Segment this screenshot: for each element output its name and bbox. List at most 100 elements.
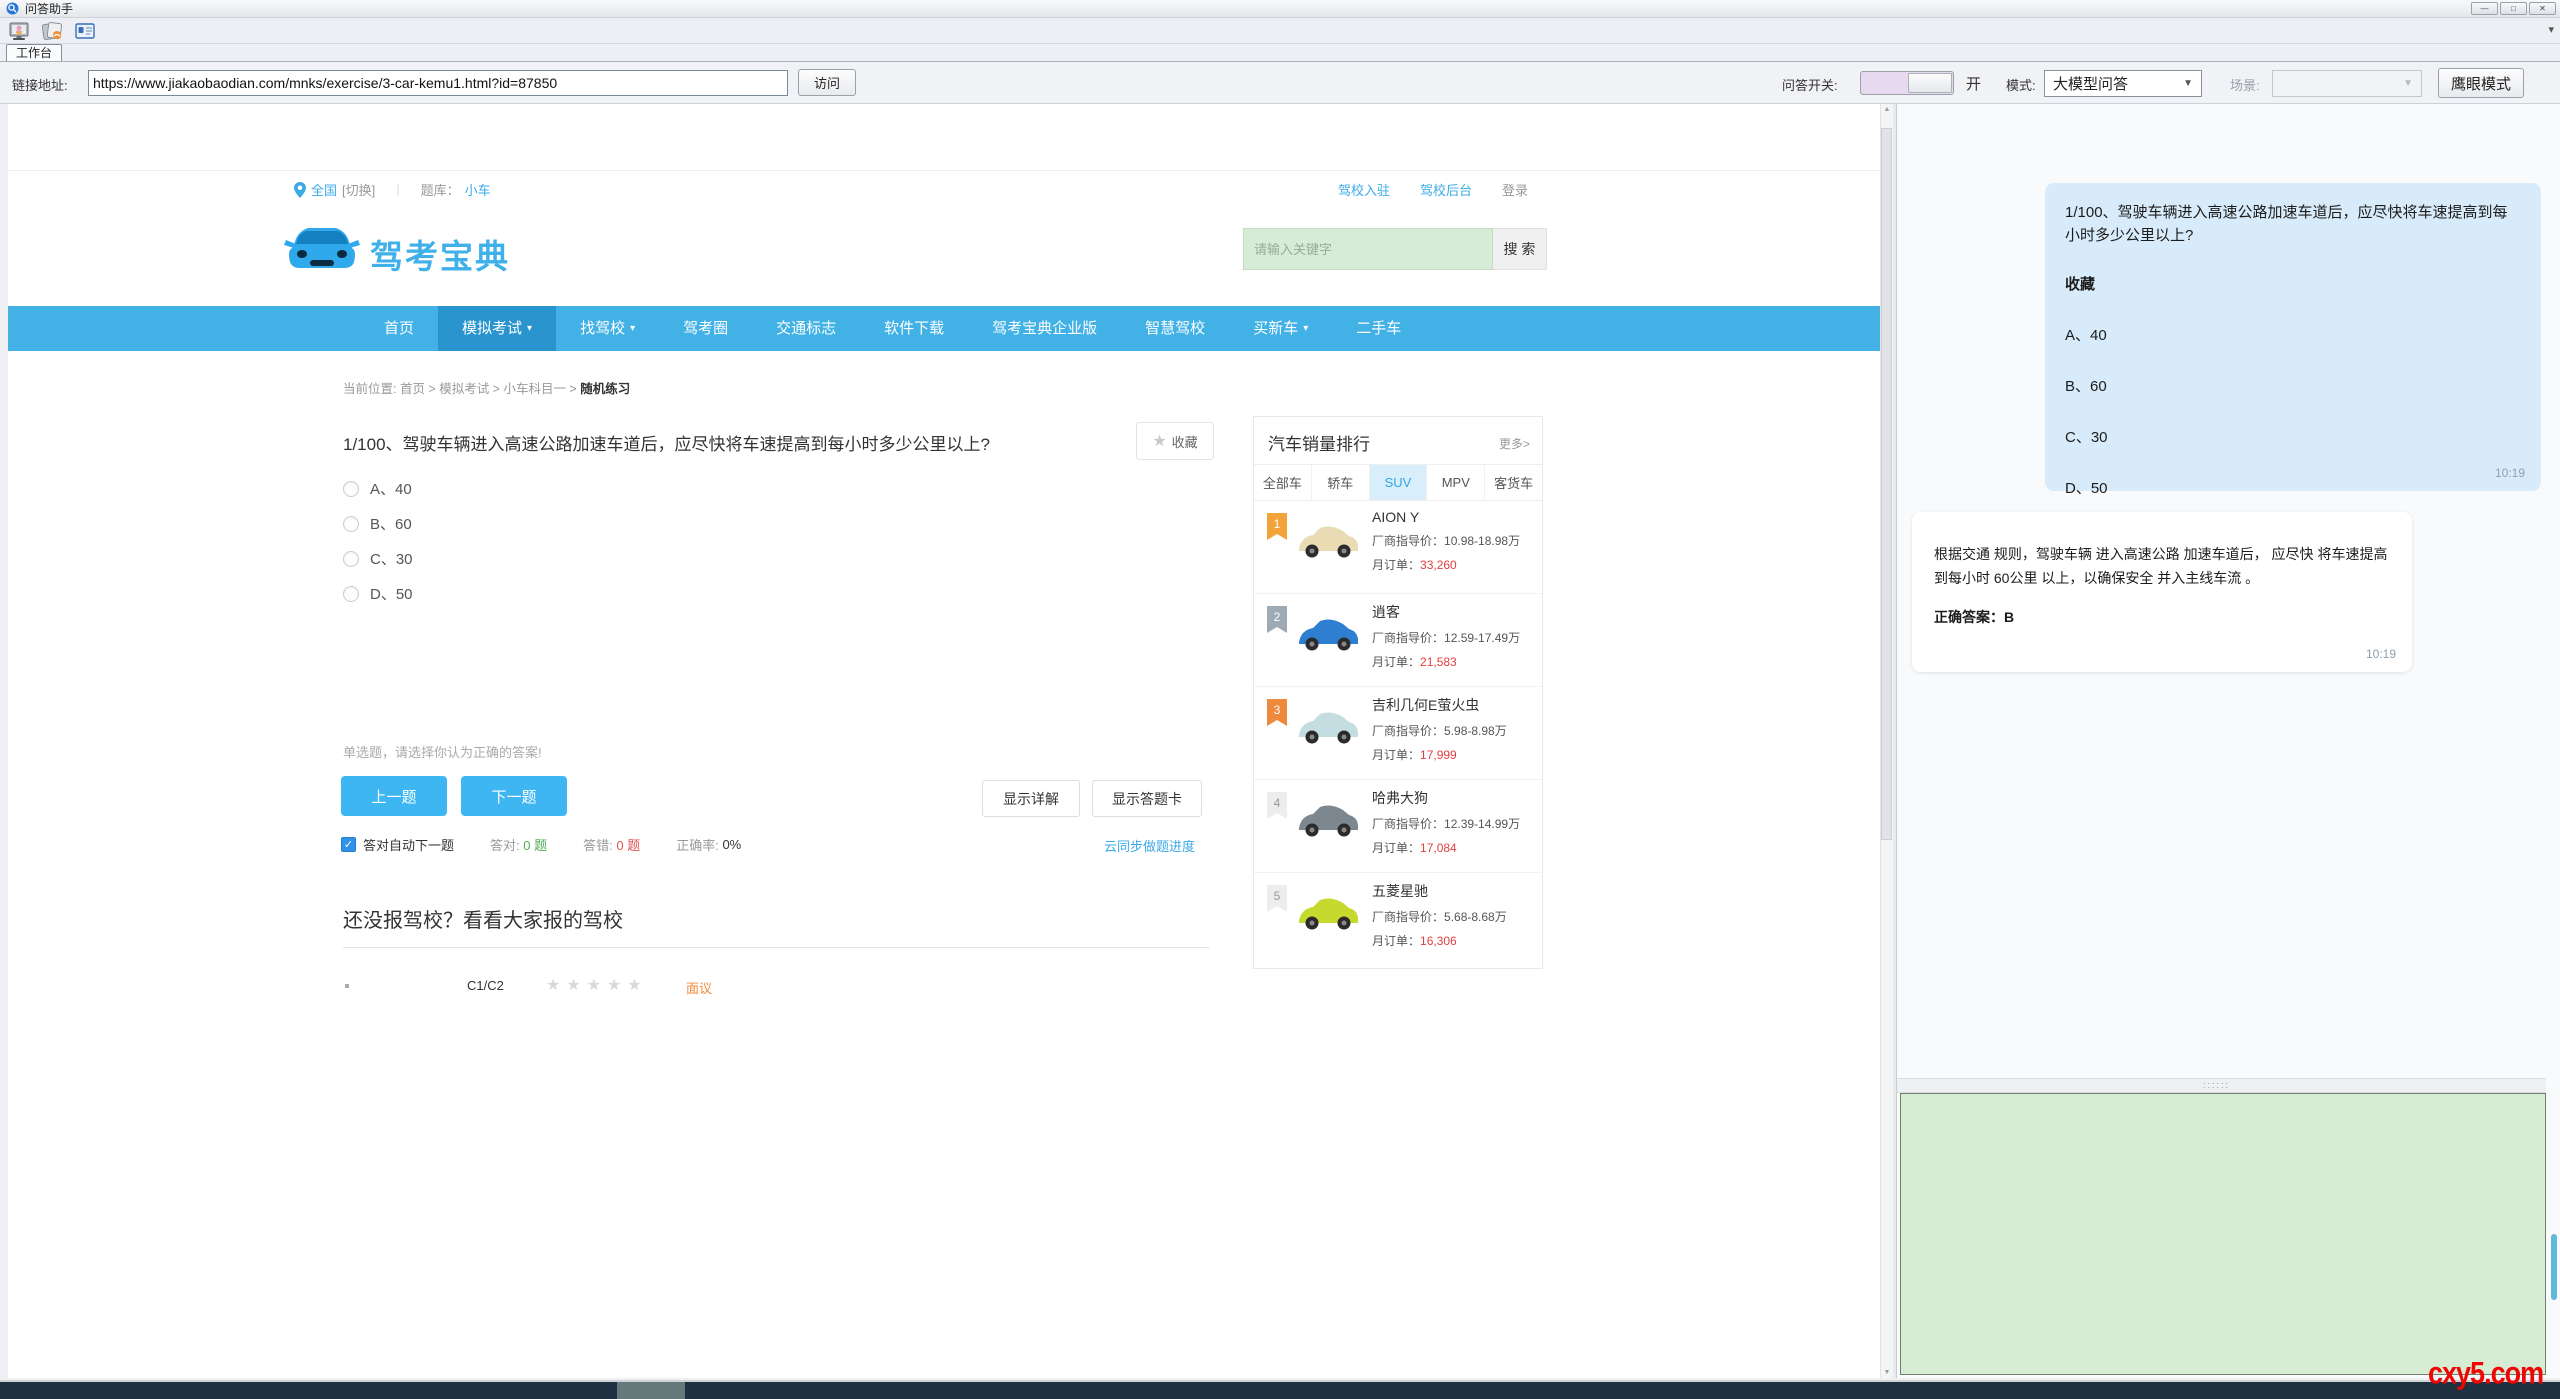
search-input[interactable] <box>1243 228 1493 270</box>
qa-toggle-knob[interactable] <box>1908 73 1952 93</box>
option-b[interactable]: B、60 <box>343 513 412 534</box>
sales-item[interactable]: 5 五菱星驰 厂商指导价：5.68-8.68万 月订单：16,306 <box>1254 873 1542 966</box>
site-logo-text[interactable]: 驾考宝典 <box>370 230 510 278</box>
photo-cards-icon[interactable] <box>38 19 66 43</box>
cloud-sync-link[interactable]: 云同步做题进度 <box>1104 836 1195 855</box>
chevron-down-icon: ▾ <box>527 306 532 351</box>
car-image <box>1293 796 1363 844</box>
nav-buy-car[interactable]: 买新车▾ <box>1229 306 1332 351</box>
nav-circle[interactable]: 驾考圈 <box>659 306 752 351</box>
scene-label: 场景: <box>2230 75 2260 94</box>
chat-panel: 1/100、驾驶车辆进入高速公路加速车道后，应尽快将车速提高到每小时多少公里以上… <box>1897 104 2560 1378</box>
chat-question-text: 1/100、驾驶车辆进入高速公路加速车道后，应尽快将车速提高到每小时多少公里以上… <box>2065 201 2521 247</box>
minimize-button[interactable]: — <box>2471 2 2498 15</box>
sales-more-link[interactable]: 更多> <box>1499 435 1530 452</box>
bank-link[interactable]: 小车 <box>465 180 491 199</box>
chevron-down-icon: ▼ <box>2183 78 2193 89</box>
sales-tab-mpv[interactable]: MPV <box>1427 465 1485 500</box>
browser-scroll-thumb[interactable] <box>1881 128 1892 840</box>
breadcrumb: 当前位置: 首页 > 模拟考试 > 小车科目一 > 随机练习 <box>343 378 630 397</box>
robot-workstation-icon[interactable] <box>5 19 33 43</box>
favorite-button[interactable]: ★ 收藏 <box>1136 422 1214 460</box>
price-label: 厂商指导价： <box>1372 631 1444 645</box>
sales-item[interactable]: 3 吉利几何E萤火虫 厂商指导价：5.98-8.98万 月订单：17,999 <box>1254 687 1542 780</box>
right-label: 答对: <box>490 835 520 854</box>
close-button[interactable]: ✕ <box>2529 2 2556 15</box>
nav-home[interactable]: 首页 <box>360 306 438 351</box>
car-name[interactable]: 哈弗大狗 <box>1372 788 1520 808</box>
visit-button[interactable]: 访问 <box>798 69 856 96</box>
maximize-button[interactable]: □ <box>2500 2 2527 15</box>
sales-item[interactable]: 4 哈弗大狗 厂商指导价：12.39-14.99万 月订单：17,084 <box>1254 780 1542 873</box>
qa-toggle[interactable] <box>1860 71 1954 95</box>
sales-tab-sedan[interactable]: 轿车 <box>1312 465 1370 500</box>
radio-icon[interactable] <box>343 481 359 497</box>
login-link[interactable]: 登录 <box>1502 180 1528 199</box>
car-name[interactable]: 逍客 <box>1372 602 1520 622</box>
car-name[interactable]: 吉利几何E萤火虫 <box>1372 695 1507 715</box>
chat-option: D、50 <box>2065 477 2521 500</box>
scene-select[interactable]: ▼ <box>2272 70 2422 97</box>
radio-icon[interactable] <box>343 551 359 567</box>
sales-tab-all[interactable]: 全部车 <box>1254 465 1312 500</box>
chat-input-splitter[interactable]: :::::: <box>1897 1078 2546 1093</box>
prev-question-button[interactable]: 上一题 <box>341 776 447 816</box>
chat-scroll-thumb[interactable] <box>2551 1234 2557 1300</box>
school-join-link[interactable]: 驾校入驻 <box>1338 180 1390 199</box>
radio-icon[interactable] <box>343 516 359 532</box>
titlebar: 问答助手 — □ ✕ <box>0 0 2560 18</box>
school-row[interactable]: C1/C2 ★★★★★ 面议 <box>343 972 1210 1002</box>
school-admin-link[interactable]: 驾校后台 <box>1420 180 1472 199</box>
option-c[interactable]: C、30 <box>343 548 413 569</box>
scroll-down-icon[interactable]: ▼ <box>1881 1369 1893 1376</box>
site-utility-bar: 全国 [切换] | 题库： 小车 <box>294 180 491 199</box>
nav-smart-school[interactable]: 智慧驾校 <box>1121 306 1229 351</box>
nav-download[interactable]: 软件下载 <box>860 306 968 351</box>
url-input[interactable] <box>88 70 788 96</box>
car-name[interactable]: AION Y <box>1372 509 1520 525</box>
sales-item[interactable]: 2 逍客 厂商指导价：12.59-17.49万 月订单：21,583 <box>1254 594 1542 687</box>
eagle-mode-button[interactable]: 鹰眼模式 <box>2438 68 2524 98</box>
rate-value: 0% <box>722 837 741 852</box>
star-icon: ★ <box>1152 431 1166 451</box>
watermark: cxy5.com <box>2428 1356 2543 1392</box>
school-section-heading: 还没报驾校？看看大家报的驾校 <box>343 904 623 933</box>
chat-input-area[interactable] <box>1900 1093 2546 1375</box>
auto-next-checkbox[interactable]: ✓ <box>341 837 356 852</box>
scroll-up-icon[interactable]: ▲ <box>1881 106 1893 113</box>
nav-mock-exam[interactable]: 模拟考试▾ <box>438 306 556 351</box>
car-price: 5.98-8.98万 <box>1444 724 1507 738</box>
window-controls: — □ ✕ <box>2471 2 2556 15</box>
sales-tab-suv[interactable]: SUV <box>1370 465 1428 500</box>
option-d[interactable]: D、50 <box>343 583 413 604</box>
car-name[interactable]: 五菱星驰 <box>1372 881 1507 901</box>
sales-item[interactable]: 1 AION Y 厂商指导价：10.98-18.98万 月订单：33,260 <box>1254 501 1542 594</box>
show-answer-card-button[interactable]: 显示答题卡 <box>1092 780 1202 817</box>
option-a[interactable]: A、40 <box>343 478 412 499</box>
browser-view: 全国 [切换] | 题库： 小车 驾校入驻 驾校后台 登录 驾考宝典 搜 索 首… <box>8 104 1880 1378</box>
search-button[interactable]: 搜 索 <box>1493 228 1547 270</box>
sales-title: 汽车销量排行 <box>1268 430 1370 455</box>
id-card-icon[interactable] <box>71 19 99 43</box>
toolbar-overflow-caret[interactable]: ▾ <box>2548 23 2554 36</box>
app-window: 问答助手 — □ ✕ <box>0 0 2560 1399</box>
nav-used-car[interactable]: 二手车 <box>1332 306 1425 351</box>
bottom-bar <box>0 1380 2560 1399</box>
next-question-button[interactable]: 下一题 <box>461 776 567 816</box>
show-explanation-button[interactable]: 显示详解 <box>982 780 1080 817</box>
nav-enterprise[interactable]: 驾考宝典企业版 <box>968 306 1121 351</box>
nav-traffic-signs[interactable]: 交通标志 <box>752 306 860 351</box>
auto-next-label: 答对自动下一题 <box>363 835 454 854</box>
site-logo-icon[interactable] <box>284 218 360 276</box>
mode-select-value: 大模型问答 <box>2053 73 2128 94</box>
tab-workbench[interactable]: 工作台 <box>6 44 62 61</box>
drag-handle-icon[interactable]: :::::: <box>2203 1080 2230 1090</box>
location-switch-link[interactable]: [切换] <box>342 180 375 199</box>
mode-select[interactable]: 大模型问答 ▼ <box>2044 70 2202 97</box>
sales-tab-truck[interactable]: 客货车 <box>1485 465 1542 500</box>
radio-icon[interactable] <box>343 586 359 602</box>
nav-find-school[interactable]: 找驾校▾ <box>556 306 659 351</box>
location-link[interactable]: 全国 <box>311 180 337 199</box>
price-label: 厂商指导价： <box>1372 534 1444 548</box>
question-title: 1/100、驾驶车辆进入高速公路加速车道后，应尽快将车速提高到每小时多少公里以上… <box>343 430 990 455</box>
